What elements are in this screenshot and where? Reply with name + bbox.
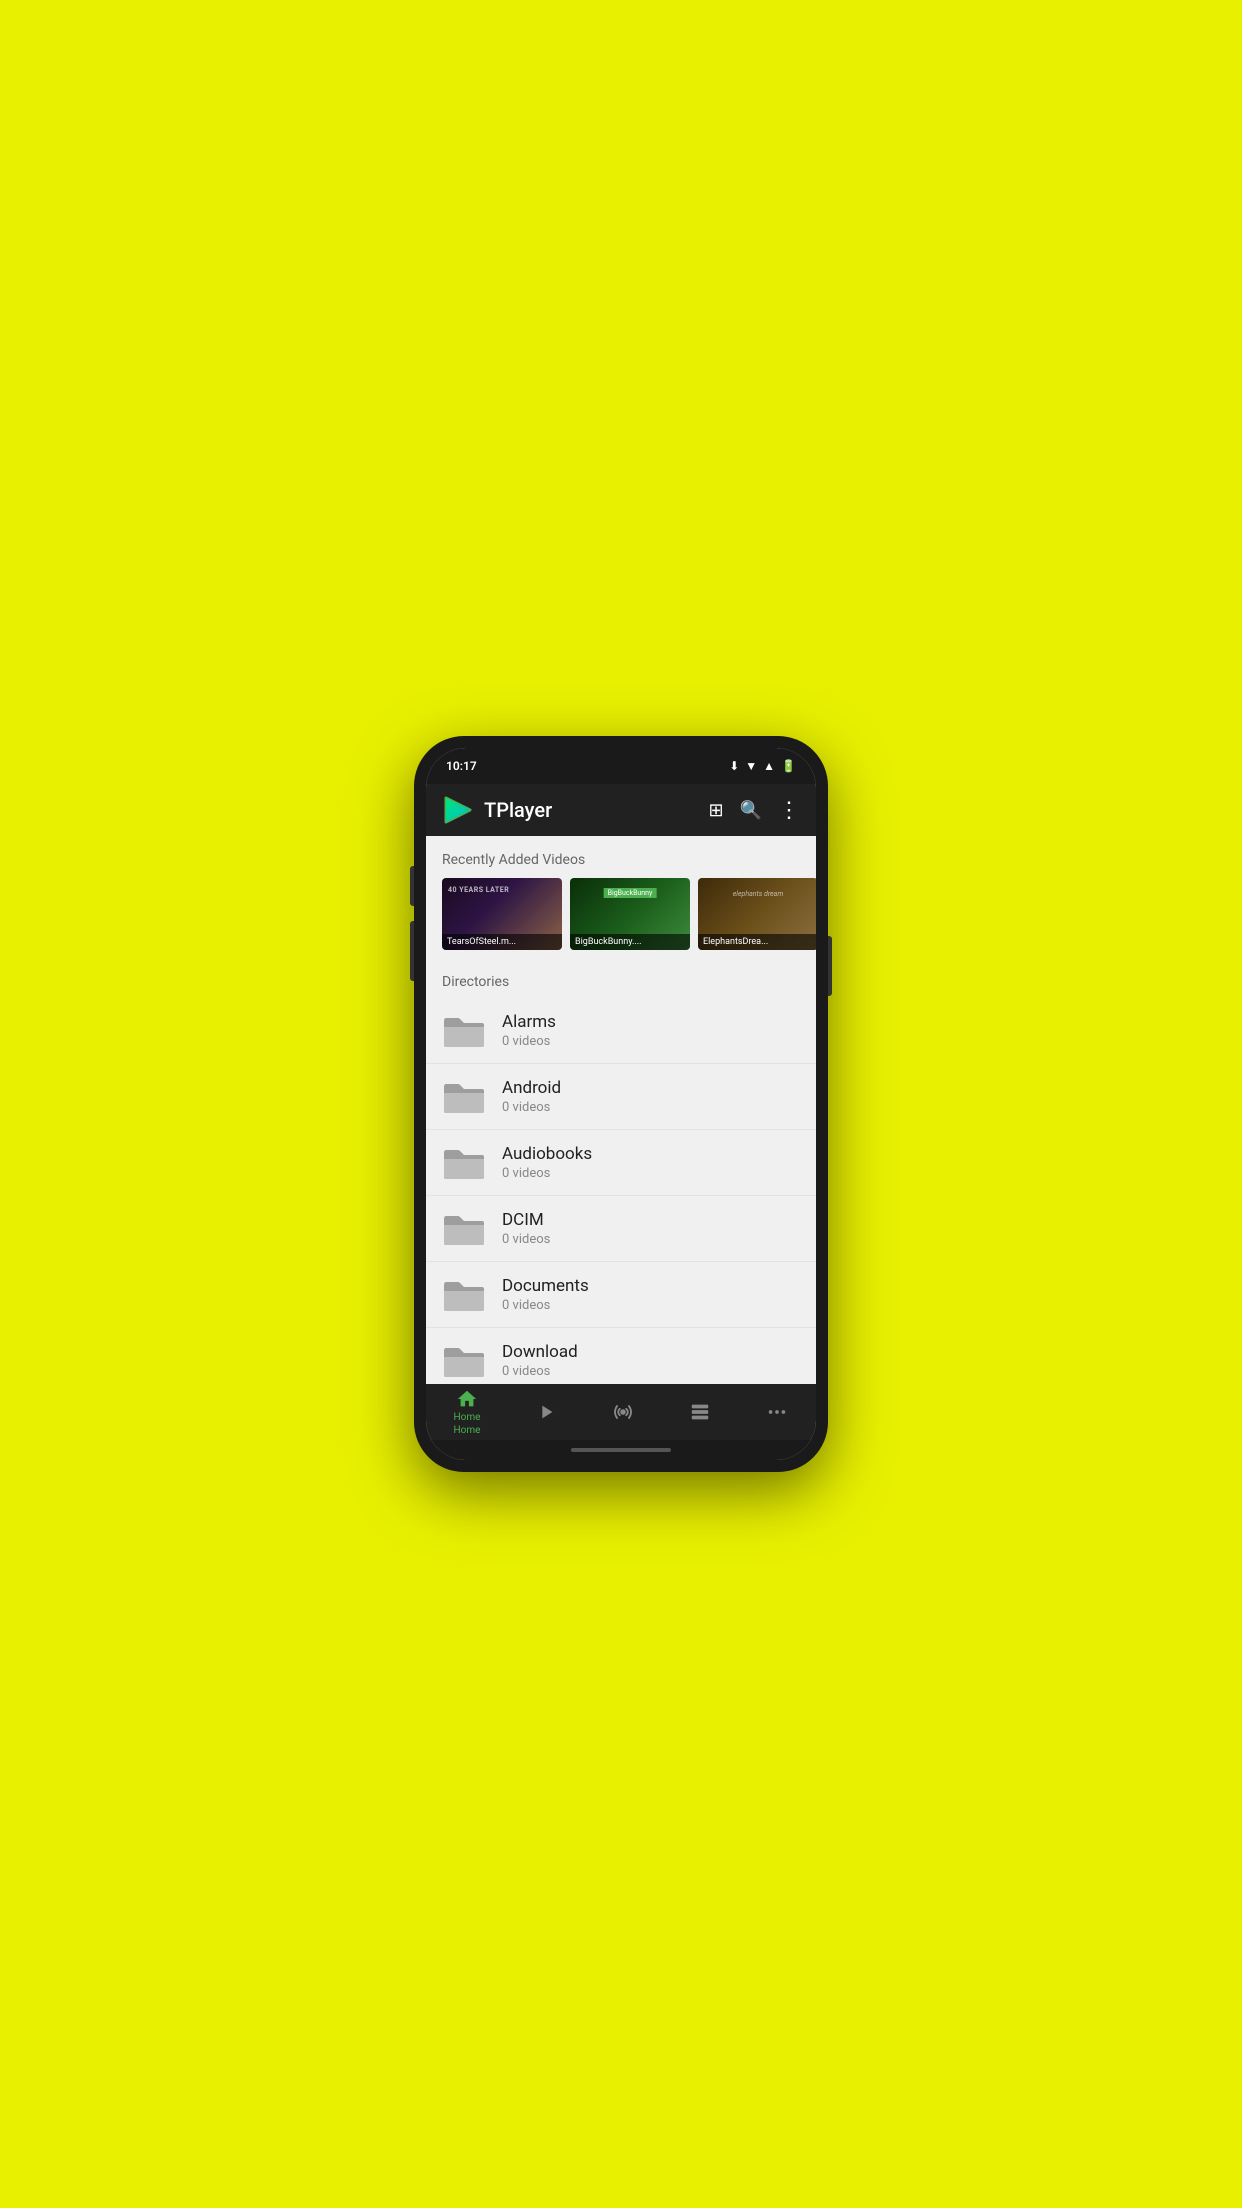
folder-icon-android [442, 1079, 486, 1115]
dir-count-android: 0 videos [502, 1100, 561, 1115]
thumb-label-1: TearsOfSteel.m... [442, 934, 562, 950]
directory-item-documents[interactable]: Documents 0 videos [426, 1262, 816, 1328]
bunny-badge: BigBuckBunny [604, 888, 657, 898]
dir-name-android: Android [502, 1078, 561, 1098]
nav-videos[interactable] [523, 1397, 569, 1427]
main-content: Recently Added Videos 40 YEARS LATER Tea… [426, 836, 816, 1384]
app-bar-actions: ⊞ 🔍 ⋮ [708, 798, 800, 823]
notch [561, 748, 681, 776]
thumb-label-3: ElephantsDrea... [698, 934, 816, 950]
dir-name-documents: Documents [502, 1276, 589, 1296]
battery-icon: 🔋 [781, 759, 796, 773]
dir-info-audiobooks: Audiobooks 0 videos [502, 1144, 592, 1181]
directory-item-audiobooks[interactable]: Audiobooks 0 videos [426, 1130, 816, 1196]
directories-header: Directories [426, 966, 816, 998]
dir-count-audiobooks: 0 videos [502, 1166, 592, 1181]
power-button [828, 936, 832, 996]
directory-item-download[interactable]: Download 0 videos [426, 1328, 816, 1384]
dir-name-download: Download [502, 1342, 578, 1362]
more-options-icon[interactable]: ⋮ [778, 798, 800, 823]
dir-info-android: Android 0 videos [502, 1078, 561, 1115]
app-title: TPlayer [484, 798, 708, 822]
nav-storage[interactable] [677, 1397, 723, 1427]
volume-up-button [410, 866, 414, 906]
bottom-navigation: Home Home [426, 1384, 816, 1440]
directories-list: Alarms 0 videos Android 0 videos [426, 998, 816, 1384]
folder-icon-audiobooks [442, 1145, 486, 1181]
directory-item-android[interactable]: Android 0 videos [426, 1064, 816, 1130]
status-icons: ⬇ ▼ ▲ 🔋 [729, 759, 796, 773]
app-bar: TPlayer ⊞ 🔍 ⋮ [426, 784, 816, 836]
video-thumb-tears-of-steel[interactable]: 40 YEARS LATER TearsOfSteel.m... [442, 878, 562, 950]
download-status-icon: ⬇ [729, 759, 739, 773]
dir-info-alarms: Alarms 0 videos [502, 1012, 556, 1049]
stream-nav-icon [612, 1401, 634, 1423]
directory-item-dcim[interactable]: DCIM 0 videos [426, 1196, 816, 1262]
storage-nav-icon [689, 1401, 711, 1423]
folder-icon-dcim [442, 1211, 486, 1247]
video-thumb-big-buck-bunny[interactable]: BigBuckBunny BigBuckBunny.... [570, 878, 690, 950]
dir-name-alarms: Alarms [502, 1012, 556, 1032]
search-icon[interactable]: 🔍 [740, 800, 762, 821]
phone-screen: 10:17 ⬇ ▼ ▲ 🔋 TPlayer [426, 748, 816, 1460]
home-indicator [426, 1440, 816, 1460]
home-nav-icon [456, 1388, 478, 1410]
elephants-overlay: elephants dream [733, 890, 784, 898]
status-bar: 10:17 ⬇ ▼ ▲ 🔋 [426, 748, 816, 784]
dir-info-dcim: DCIM 0 videos [502, 1210, 550, 1247]
nav-home-label: Home [454, 1412, 481, 1423]
nav-stream[interactable] [600, 1397, 646, 1427]
nav-more[interactable] [754, 1397, 800, 1427]
grid-icon[interactable]: ⊞ [708, 800, 723, 821]
dir-info-documents: Documents 0 videos [502, 1276, 589, 1313]
time-display: 10:17 [446, 759, 477, 773]
dir-count-alarms: 0 videos [502, 1034, 556, 1049]
wifi-icon: ▼ [745, 759, 757, 773]
video-thumbnails-row: 40 YEARS LATER TearsOfSteel.m... BigBuck… [426, 878, 816, 966]
play-nav-icon [535, 1401, 557, 1423]
more-nav-icon [766, 1401, 788, 1423]
app-logo-icon [442, 794, 474, 826]
dir-count-download: 0 videos [502, 1364, 578, 1379]
folder-icon-documents [442, 1277, 486, 1313]
phone-device: 10:17 ⬇ ▼ ▲ 🔋 TPlayer [414, 736, 828, 1472]
signal-icon: ▲ [763, 759, 775, 773]
home-bar [571, 1448, 671, 1452]
folder-icon-download [442, 1343, 486, 1379]
dir-count-documents: 0 videos [502, 1298, 589, 1313]
recently-added-header: Recently Added Videos [426, 836, 816, 878]
directory-item-alarms[interactable]: Alarms 0 videos [426, 998, 816, 1064]
volume-down-button [410, 921, 414, 981]
video-thumb-elephants-dream[interactable]: elephants dream ElephantsDrea... [698, 878, 816, 950]
folder-icon-alarms [442, 1013, 486, 1049]
thumb-label-2: BigBuckBunny.... [570, 934, 690, 950]
nav-home-label: Home [454, 1425, 481, 1436]
tears-overlay-text: 40 YEARS LATER [448, 886, 509, 894]
dir-info-download: Download 0 videos [502, 1342, 578, 1379]
dir-count-dcim: 0 videos [502, 1232, 550, 1247]
dir-name-audiobooks: Audiobooks [502, 1144, 592, 1164]
nav-home[interactable]: Home Home [442, 1384, 493, 1440]
dir-name-dcim: DCIM [502, 1210, 550, 1230]
